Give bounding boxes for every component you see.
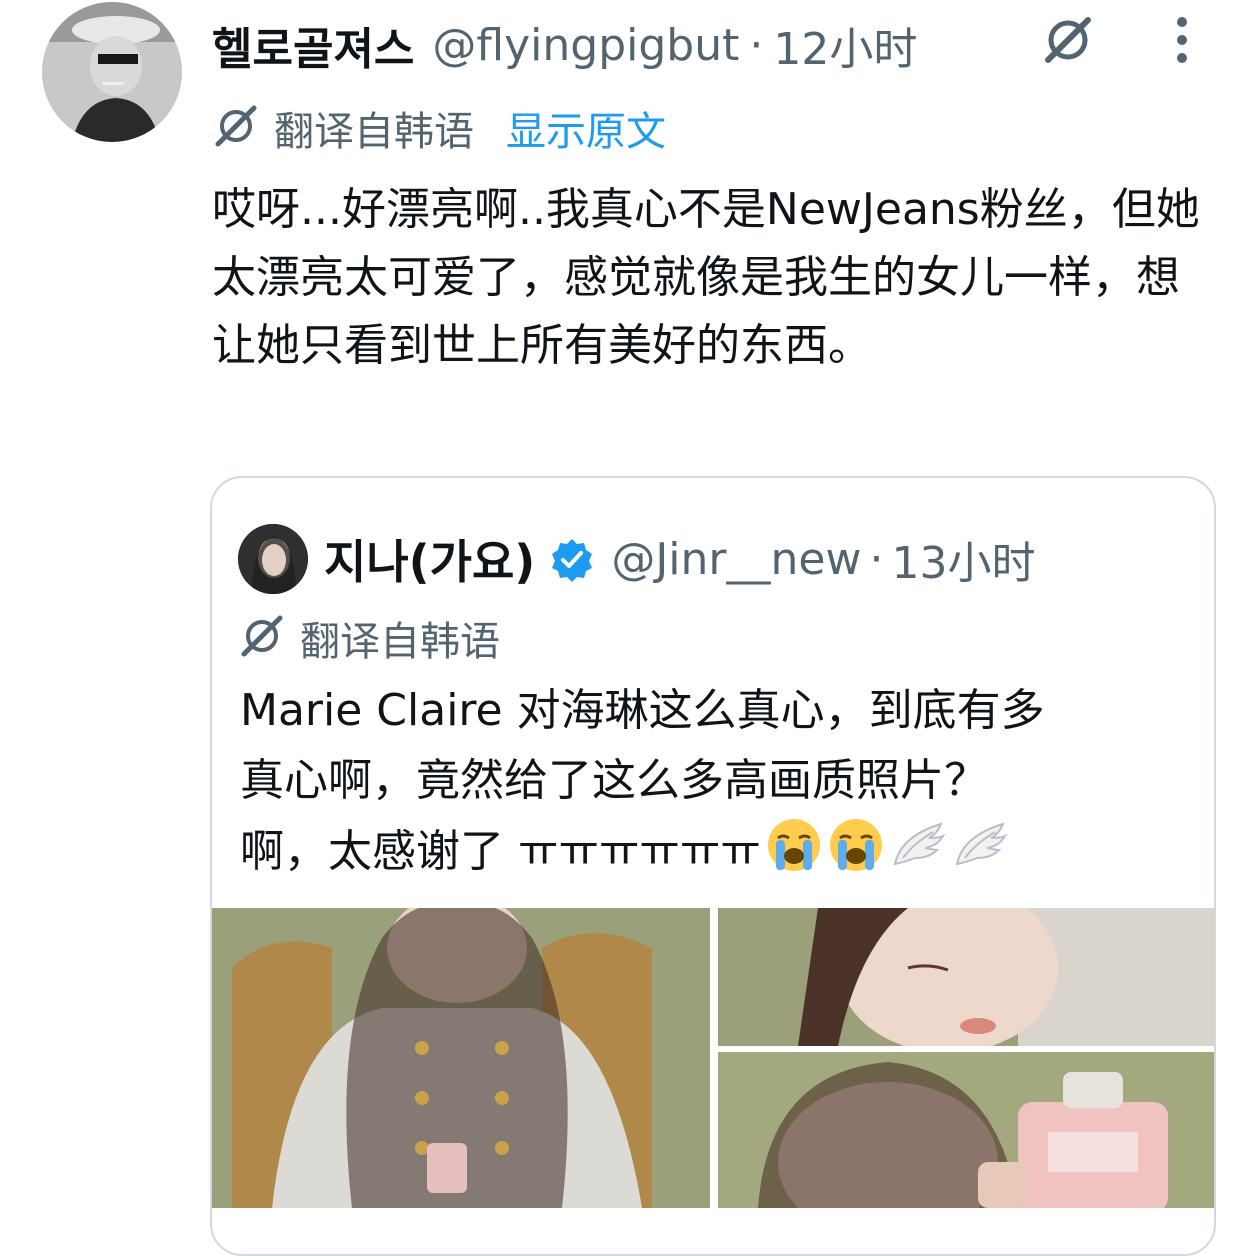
loudly-crying-face-emoji — [827, 816, 885, 895]
translated-from-label: 翻译自韩语 — [274, 109, 474, 155]
quoted-tweet-card[interactable]: 지나(가요) @Jinr__new · 13小时 翻译自韩语 Marie Cla… — [210, 476, 1216, 1256]
separator-dot: · — [869, 533, 884, 585]
quoted-tweet-text: Marie Claire 对海琳这么真心，到底有多 真心啊，竟然给了这么多高画质… — [240, 676, 1190, 895]
quoted-author-avatar — [238, 524, 308, 594]
author-avatar[interactable] — [42, 2, 182, 142]
media-photo[interactable] — [212, 908, 710, 1208]
quoted-text-line: 啊，太感谢了 ㅠㅠㅠㅠㅠㅠ — [240, 816, 1190, 895]
quoted-text-line: 真心啊，竟然给了这么多高画质照片？ — [240, 755, 988, 806]
author-handle[interactable]: @flyingpigbut — [432, 20, 739, 71]
quoted-translated-from-label: 翻译自韩语 — [300, 619, 500, 665]
grok-icon[interactable] — [1040, 12, 1096, 68]
media-photo[interactable] — [718, 908, 1214, 1046]
translation-row: 翻译自韩语 显示原文 — [212, 98, 666, 158]
tweet-header: 헬로골져스 @flyingpigbut · 12小时 — [212, 10, 917, 80]
tweet-text: 哎呀...好漂亮啊..我真心不是NewJeans粉丝，但她太漂亮太可爱了，感觉就… — [212, 184, 1200, 371]
quoted-text-line: Marie Claire 对海琳这么真心，到底有多 — [240, 685, 1045, 736]
media-grid — [212, 908, 1214, 1254]
wing-emoji — [951, 816, 1009, 895]
quoted-translation-row: 翻译自韩语 — [238, 608, 500, 668]
translate-icon — [212, 102, 260, 154]
more-vertical-icon[interactable] — [1154, 12, 1210, 68]
quoted-text-line-content: 啊，太感谢了 ㅠㅠㅠㅠㅠㅠ — [240, 826, 761, 877]
wing-emoji — [889, 816, 947, 895]
separator-dot: · — [749, 19, 764, 71]
quoted-tweet-timestamp: 13小时 — [891, 538, 1036, 589]
translate-icon — [238, 612, 286, 664]
verified-badge-icon — [549, 536, 595, 582]
author-display-name[interactable]: 헬로골져스 — [212, 13, 414, 77]
show-original-link[interactable]: 显示原文 — [506, 99, 666, 157]
header-actions — [1040, 12, 1210, 68]
tweet-timestamp[interactable]: 12小时 — [773, 13, 917, 77]
quoted-author-display-name: 지나(가요) — [324, 535, 536, 589]
quoted-tweet-header: 지나(가요) @Jinr__new · 13小时 — [238, 522, 1035, 596]
loudly-crying-face-emoji — [765, 816, 823, 895]
media-photo[interactable] — [718, 1052, 1214, 1208]
quoted-author-handle: @Jinr__new — [611, 533, 862, 585]
